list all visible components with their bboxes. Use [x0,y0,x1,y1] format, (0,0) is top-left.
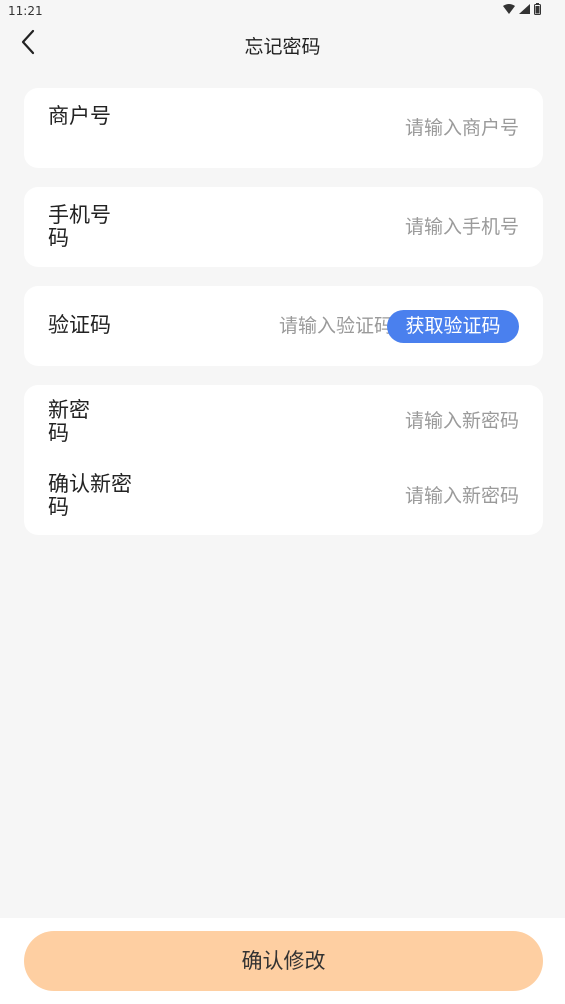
new-password-row: 新密码 [24,385,543,460]
confirm-button[interactable]: 确认修改 [24,931,543,991]
confirm-password-row: 确认新密码 [24,460,543,535]
confirm-password-label: 确认新密码 [48,472,132,519]
new-password-label: 新密码 [48,398,90,445]
merchant-row: 商户号 [24,88,543,168]
code-row: 验证码 获取验证码 [24,286,543,366]
merchant-card: 商户号 [24,88,543,168]
confirm-password-input[interactable] [259,481,519,511]
code-card: 验证码 获取验证码 [24,286,543,366]
code-input[interactable] [233,311,393,341]
nav-bar: 忘记密码 [0,22,565,66]
status-time: 11:21 [8,4,43,18]
password-card: 新密码 确认新密码 [24,385,543,535]
status-bar: 11:21 [0,0,565,22]
phone-input[interactable] [259,212,519,242]
code-label: 验证码 [48,313,111,337]
merchant-label: 商户号 [48,104,111,128]
new-password-input[interactable] [259,406,519,436]
phone-card: 手机号码 [24,187,543,267]
merchant-input[interactable] [259,113,519,143]
wifi-icon [503,4,515,14]
signal-icon [519,4,530,14]
battery-icon [534,3,541,15]
page-title: 忘记密码 [244,36,321,58]
phone-row: 手机号码 [24,187,543,267]
get-code-button[interactable]: 获取验证码 [387,310,519,343]
phone-label: 手机号码 [48,203,111,250]
bottom-bar: 确认修改 [0,918,565,1004]
status-icons [503,3,541,15]
